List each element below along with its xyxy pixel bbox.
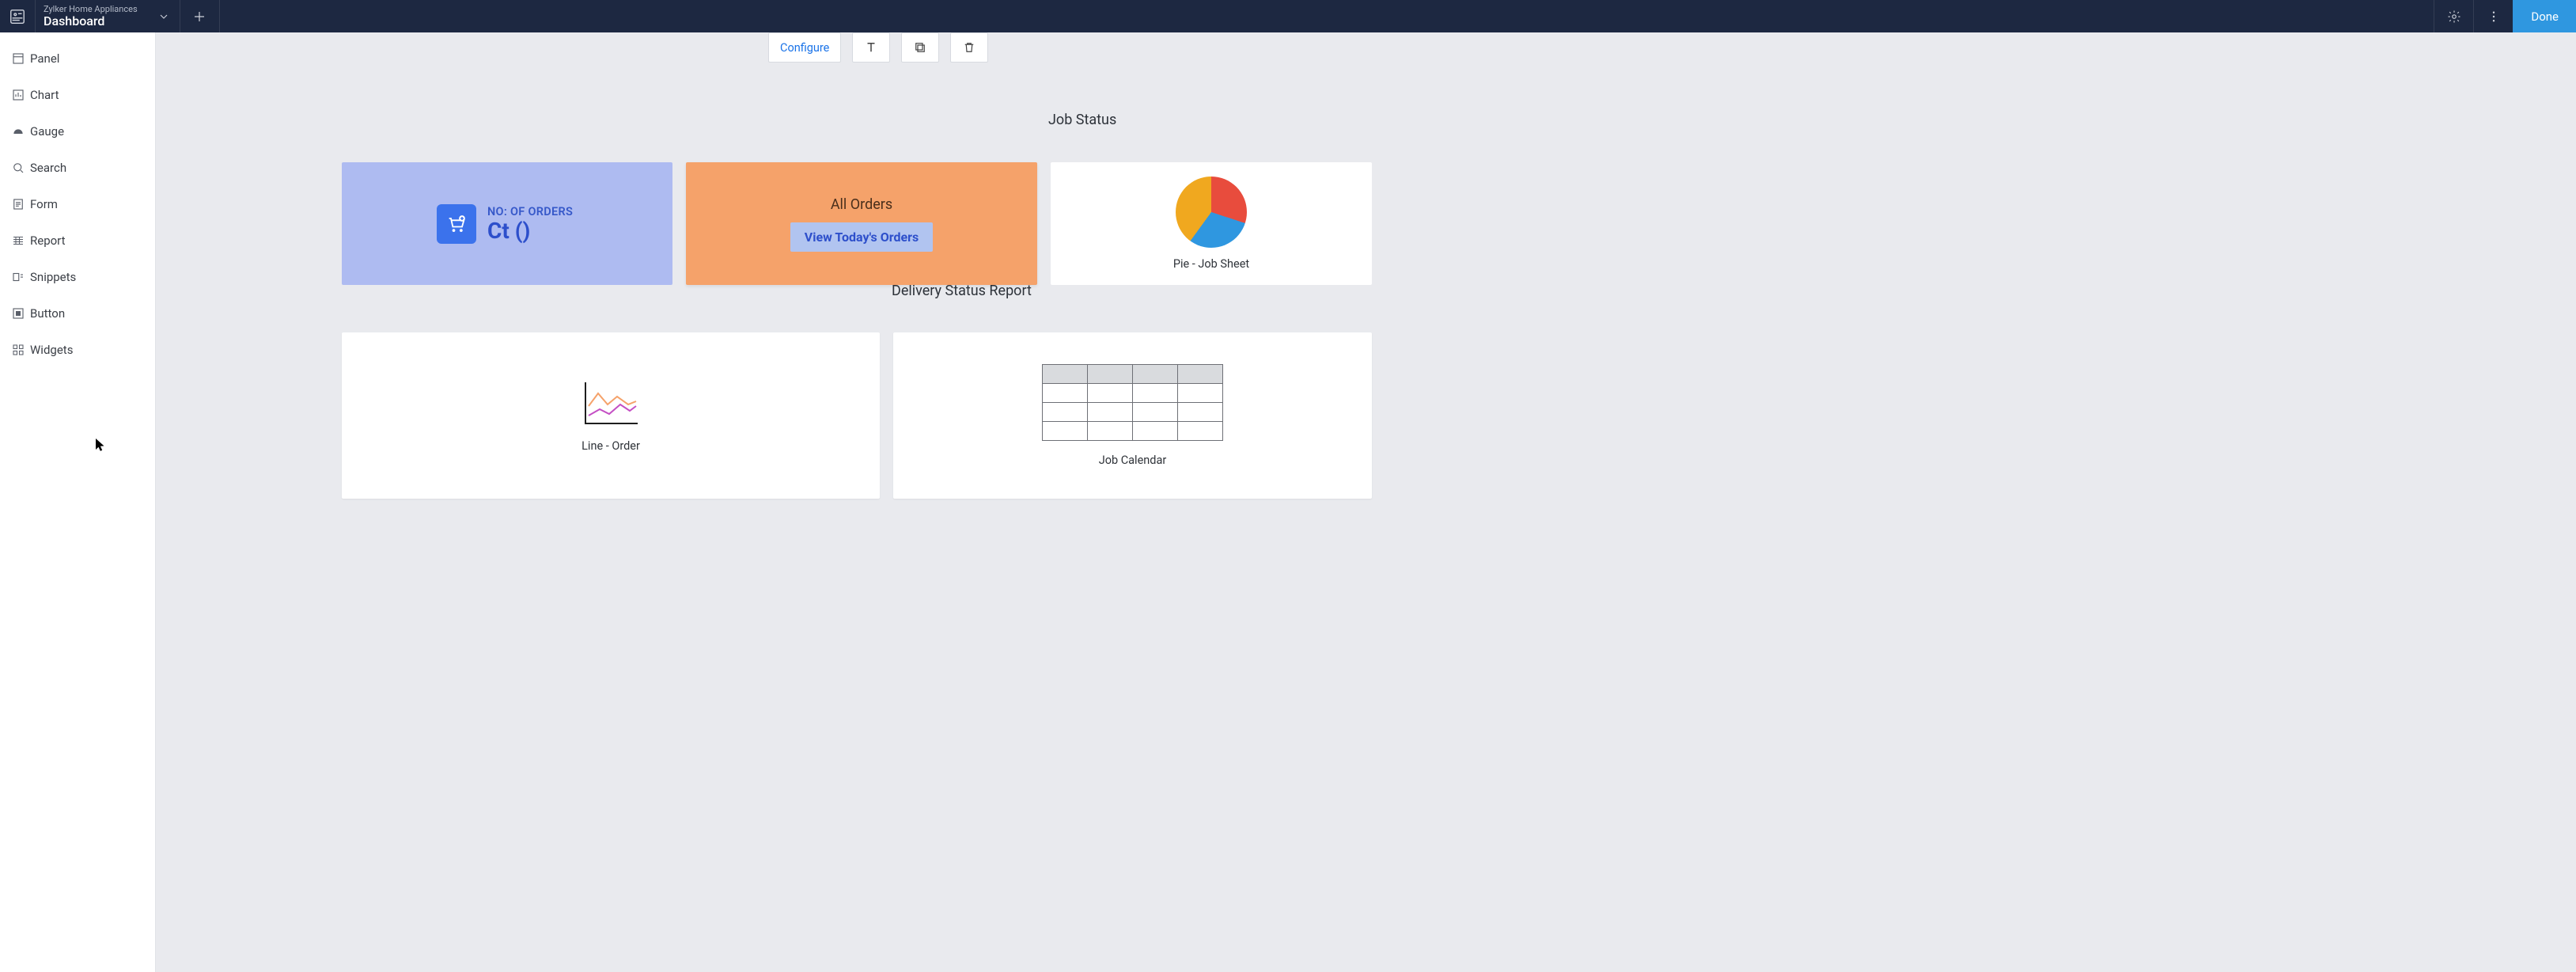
all-orders-title: All Orders <box>831 196 892 213</box>
top-bar: Zylker Home Appliances Dashboard <box>0 0 2576 32</box>
sidebar-item-label: Search <box>30 161 66 175</box>
button-icon <box>8 306 28 321</box>
line-chart-icon <box>579 379 642 430</box>
cart-plus-icon <box>445 213 468 235</box>
delivery-status-section-title: Delivery Status Report <box>892 283 1032 299</box>
sidebar-item-report[interactable]: Report <box>0 222 155 259</box>
configure-button[interactable]: Configure <box>768 32 841 63</box>
workspace: Panel Chart Gauge Search Form <box>0 32 2576 972</box>
job-calendar-caption: Job Calendar <box>1099 454 1167 467</box>
top-bar-left: Zylker Home Appliances Dashboard <box>0 0 220 32</box>
top-bar-right: Done <box>2434 0 2576 32</box>
job-status-widget[interactable]: Pie - Job Sheet <box>1051 162 1372 285</box>
add-page-button[interactable] <box>180 0 220 32</box>
orders-count-value: Ct () <box>487 220 573 242</box>
rename-button[interactable] <box>852 32 890 63</box>
form-icon <box>8 197 28 211</box>
widget-sidebar: Panel Chart Gauge Search Form <box>0 32 156 972</box>
kebab-icon <box>2487 9 2501 24</box>
line-order-caption: Line - Order <box>581 439 640 453</box>
dashboard-canvas[interactable]: Configure Job Status Delivery Status Rep… <box>156 32 2576 972</box>
job-calendar-widget[interactable]: Job Calendar <box>893 332 1372 499</box>
job-status-caption: Pie - Job Sheet <box>1173 257 1249 271</box>
pie-chart-icon <box>1176 177 1247 248</box>
delete-button[interactable] <box>950 32 988 63</box>
sidebar-item-button[interactable]: Button <box>0 295 155 332</box>
chevron-down-icon <box>157 10 170 23</box>
sidebar-item-label: Button <box>30 306 65 321</box>
trash-icon <box>962 40 976 55</box>
search-icon <box>8 161 28 175</box>
sidebar-item-chart[interactable]: Chart <box>0 77 155 113</box>
done-button[interactable]: Done <box>2513 0 2576 32</box>
job-status-section-title: Job Status <box>1048 112 1116 128</box>
sidebar-item-label: Panel <box>30 51 59 66</box>
page-name: Dashboard <box>44 15 138 28</box>
panel-icon <box>8 51 28 66</box>
sidebar-item-form[interactable]: Form <box>0 186 155 222</box>
calendar-grid-icon <box>1042 364 1223 441</box>
sidebar-item-widgets[interactable]: Widgets <box>0 332 155 368</box>
sidebar-item-search[interactable]: Search <box>0 150 155 186</box>
sidebar-item-label: Gauge <box>30 124 64 139</box>
duplicate-button[interactable] <box>901 32 939 63</box>
snippets-icon <box>8 270 28 284</box>
chart-icon <box>8 88 28 102</box>
mouse-cursor-icon <box>95 438 106 452</box>
orders-count-label: NO: OF ORDERS <box>487 205 573 218</box>
dashboard-icon <box>9 8 26 25</box>
widget-context-toolbar: Configure <box>768 32 988 63</box>
sidebar-item-label: Widgets <box>30 343 73 357</box>
sidebar-item-panel[interactable]: Panel <box>0 40 155 77</box>
more-options-button[interactable] <box>2473 0 2513 32</box>
all-orders-widget[interactable]: All Orders View Today's Orders <box>686 162 1037 285</box>
cart-icon-box <box>437 204 476 244</box>
orders-count-widget[interactable]: NO: OF ORDERS Ct () <box>342 162 672 285</box>
sidebar-item-gauge[interactable]: Gauge <box>0 113 155 150</box>
app-name: Zylker Home Appliances <box>44 5 138 13</box>
orders-count-text: NO: OF ORDERS Ct () <box>487 205 573 242</box>
settings-button[interactable] <box>2434 0 2473 32</box>
text-icon <box>864 40 878 55</box>
sidebar-item-label: Report <box>30 234 66 248</box>
copy-icon <box>913 40 927 55</box>
sidebar-item-label: Chart <box>30 88 59 102</box>
page-switcher-dropdown[interactable] <box>149 0 180 32</box>
view-todays-orders-button[interactable]: View Today's Orders <box>790 222 933 252</box>
plus-icon <box>192 9 206 24</box>
gear-icon <box>2447 9 2461 24</box>
gauge-icon <box>8 124 28 139</box>
page-title-block: Zylker Home Appliances Dashboard <box>36 0 149 32</box>
widgets-icon <box>8 343 28 357</box>
dashboard-app-icon[interactable] <box>0 0 36 32</box>
report-icon <box>8 234 28 248</box>
sidebar-item-label: Form <box>30 197 58 211</box>
line-order-widget[interactable]: Line - Order <box>342 332 880 499</box>
sidebar-item-label: Snippets <box>30 270 76 284</box>
sidebar-item-snippets[interactable]: Snippets <box>0 259 155 295</box>
